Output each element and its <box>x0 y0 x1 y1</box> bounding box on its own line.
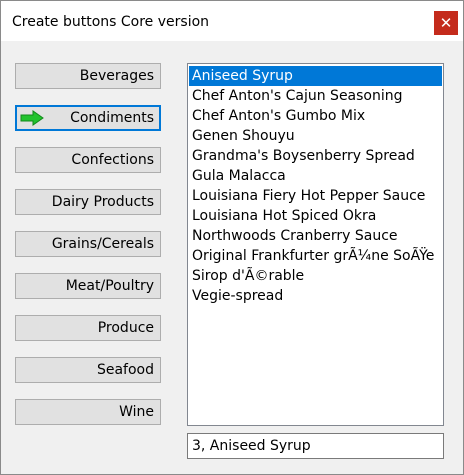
category-button-grains-cereals[interactable]: Grains/Cereals <box>15 231 161 257</box>
category-button-label: Seafood <box>96 362 154 378</box>
list-item[interactable]: Genen Shouyu <box>189 126 442 146</box>
category-button-condiments[interactable]: Condiments <box>15 105 161 131</box>
category-button-label: Grains/Cereals <box>51 236 154 252</box>
category-button-beverages[interactable]: Beverages <box>15 63 161 89</box>
category-button-label: Wine <box>119 404 154 420</box>
list-item[interactable]: Gula Malacca <box>189 166 442 186</box>
selection-status-field[interactable]: 3, Aniseed Syrup <box>187 433 444 459</box>
category-button-label: Produce <box>97 320 154 336</box>
category-button-meat-poultry[interactable]: Meat/Poultry <box>15 273 161 299</box>
green-right-arrow-icon <box>20 110 44 126</box>
category-button-label: Dairy Products <box>51 194 154 210</box>
title-bar: Create buttons Core version ✕ <box>1 1 463 41</box>
list-item[interactable]: Chef Anton's Cajun Seasoning <box>189 86 442 106</box>
category-button-produce[interactable]: Produce <box>15 315 161 341</box>
close-button[interactable]: ✕ <box>434 11 458 35</box>
category-button-label: Meat/Poultry <box>65 278 154 294</box>
close-icon: ✕ <box>439 14 453 32</box>
list-item[interactable]: Northwoods Cranberry Sauce <box>189 226 442 246</box>
list-item[interactable]: Louisiana Fiery Hot Pepper Sauce <box>189 186 442 206</box>
category-button-dairy-products[interactable]: Dairy Products <box>15 189 161 215</box>
list-item[interactable]: Vegie-spread <box>189 286 442 306</box>
list-item[interactable]: Grandma's Boysenberry Spread <box>189 146 442 166</box>
list-item[interactable]: Sirop d'Ã©rable <box>189 266 442 286</box>
category-button-seafood[interactable]: Seafood <box>15 357 161 383</box>
category-button-confections[interactable]: Confections <box>15 147 161 173</box>
main-window: Create buttons Core version ✕ Beverages C… <box>0 0 464 475</box>
category-button-label: Beverages <box>79 68 154 84</box>
list-item[interactable]: Original Frankfurter grÃ¼ne SoÃŸe <box>189 246 442 266</box>
category-button-label: Condiments <box>70 110 154 126</box>
list-item[interactable]: Aniseed Syrup <box>189 66 442 86</box>
product-listbox[interactable]: Aniseed Syrup Chef Anton's Cajun Seasonin… <box>187 63 444 426</box>
list-item[interactable]: Louisiana Hot Spiced Okra <box>189 206 442 226</box>
list-item[interactable]: Chef Anton's Gumbo Mix <box>189 106 442 126</box>
window-title: Create buttons Core version <box>12 14 210 30</box>
category-button-wine[interactable]: Wine <box>15 399 161 425</box>
category-button-label: Confections <box>71 152 154 168</box>
